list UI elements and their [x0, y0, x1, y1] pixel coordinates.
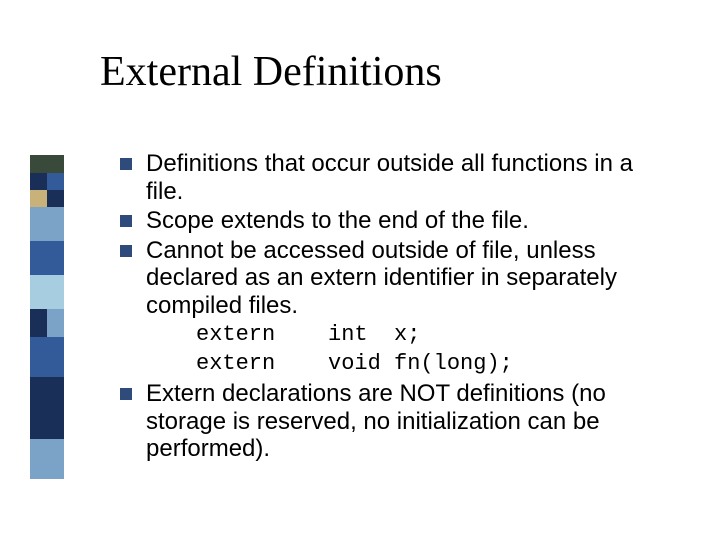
square-bullet-icon	[120, 245, 132, 257]
slide: External Definitions Definitions that oc…	[0, 0, 720, 540]
bullet-text: Cannot be accessed outside of file, unle…	[146, 237, 660, 320]
bullet-text: Definitions that occur outside all funct…	[146, 150, 660, 205]
square-bullet-icon	[120, 215, 132, 227]
square-bullet-icon	[120, 388, 132, 400]
bullet-item: Extern declarations are NOT definitions …	[120, 380, 660, 463]
slide-body: Definitions that occur outside all funct…	[120, 150, 660, 465]
bullet-item: Cannot be accessed outside of file, unle…	[120, 237, 660, 320]
bullet-item: Definitions that occur outside all funct…	[120, 150, 660, 205]
bullet-text: Scope extends to the end of the file.	[146, 207, 529, 235]
bullet-text: Extern declarations are NOT definitions …	[146, 380, 660, 463]
square-bullet-icon	[120, 158, 132, 170]
bullet-item: Scope extends to the end of the file.	[120, 207, 660, 235]
slide-title: External Definitions	[100, 48, 442, 96]
decorative-stripe-icon	[30, 155, 64, 479]
code-line: extern void fn(long);	[196, 351, 660, 376]
code-line: extern int x;	[196, 322, 660, 347]
